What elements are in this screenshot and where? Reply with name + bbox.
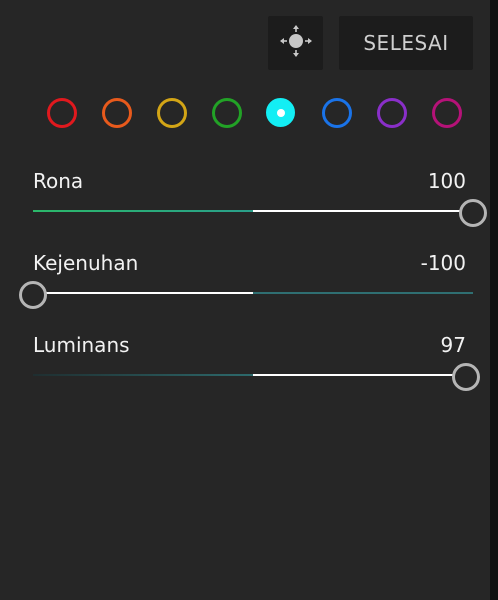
- slider-hue-label: Rona: [33, 169, 84, 193]
- slider-saturation-label: Kejenuhan: [33, 251, 139, 275]
- swatch-yellow[interactable]: [157, 98, 187, 128]
- slider-hue-value: 100: [427, 169, 466, 193]
- done-button[interactable]: SELESAI: [339, 16, 473, 70]
- selected-dot-icon: [276, 108, 285, 117]
- swatch-green[interactable]: [212, 98, 242, 128]
- target-adjust-button[interactable]: [268, 16, 323, 70]
- swatch-orange[interactable]: [102, 98, 132, 128]
- swatch-aqua-selected[interactable]: [266, 98, 295, 127]
- right-edge-bar: [490, 0, 498, 600]
- slider-luminance-value: 97: [440, 333, 466, 357]
- target-adjust-icon: [278, 23, 314, 63]
- swatch-purple[interactable]: [377, 98, 407, 128]
- slider-luminance-track[interactable]: [33, 374, 473, 376]
- swatch-red[interactable]: [47, 98, 77, 128]
- color-swatch-row: [0, 95, 490, 131]
- slider-hue-thumb[interactable]: [459, 199, 487, 227]
- slider-saturation: Kejenuhan -100: [0, 251, 490, 311]
- swatch-magenta[interactable]: [432, 98, 462, 128]
- slider-saturation-value: -100: [420, 251, 466, 275]
- slider-luminance-thumb[interactable]: [452, 363, 480, 391]
- slider-saturation-thumb[interactable]: [19, 281, 47, 309]
- slider-saturation-track[interactable]: [33, 292, 473, 294]
- swatch-blue[interactable]: [322, 98, 352, 128]
- slider-hue-track[interactable]: [33, 210, 473, 212]
- slider-luminance: Luminans 97: [0, 333, 490, 393]
- slider-hue: Rona 100: [0, 169, 490, 229]
- slider-luminance-label: Luminans: [33, 333, 130, 357]
- done-button-label: SELESAI: [363, 31, 449, 55]
